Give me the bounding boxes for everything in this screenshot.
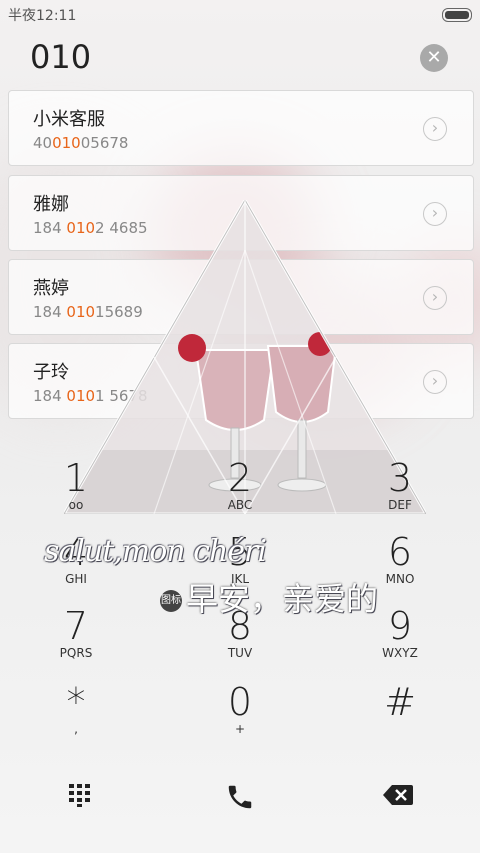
status-bar: 半夜12:11 <box>0 0 480 28</box>
wallpaper-sticker-text: salut,mon chéri <box>44 534 267 569</box>
key-0[interactable]: 0 + <box>180 682 300 736</box>
battery-icon <box>442 8 472 22</box>
status-time: 半夜12:11 <box>8 8 77 24</box>
chevron-right-icon[interactable]: › <box>423 117 447 141</box>
sticker-badge-icon: 图标 <box>160 590 182 612</box>
phone-icon[interactable] <box>220 782 260 814</box>
wallpaper-sticker-text-cn: 图标 早安，亲爱的 <box>160 580 379 618</box>
chevron-right-icon[interactable]: › <box>423 370 447 394</box>
backspace-icon[interactable] <box>378 782 418 814</box>
chevron-right-icon[interactable]: › <box>423 202 447 226</box>
key-hash[interactable]: # <box>340 682 460 722</box>
key-1[interactable]: 1 oo <box>16 458 136 512</box>
dialed-number: 010 <box>30 38 92 76</box>
key-3[interactable]: 3 DEF <box>340 458 460 512</box>
dialpad-icon[interactable] <box>60 782 100 814</box>
key-7[interactable]: 7 PQRS <box>16 606 136 660</box>
contact-name: 小米客服 <box>33 109 105 130</box>
key-star[interactable]: *, <box>16 682 136 736</box>
contact-result-1[interactable]: 小米客服 4001005678 › <box>8 90 474 166</box>
contact-number: 4001005678 <box>33 134 129 152</box>
key-2[interactable]: 2 ABC <box>180 458 300 512</box>
clear-icon[interactable]: ✕ <box>420 44 448 72</box>
chevron-right-icon[interactable]: › <box>423 286 447 310</box>
